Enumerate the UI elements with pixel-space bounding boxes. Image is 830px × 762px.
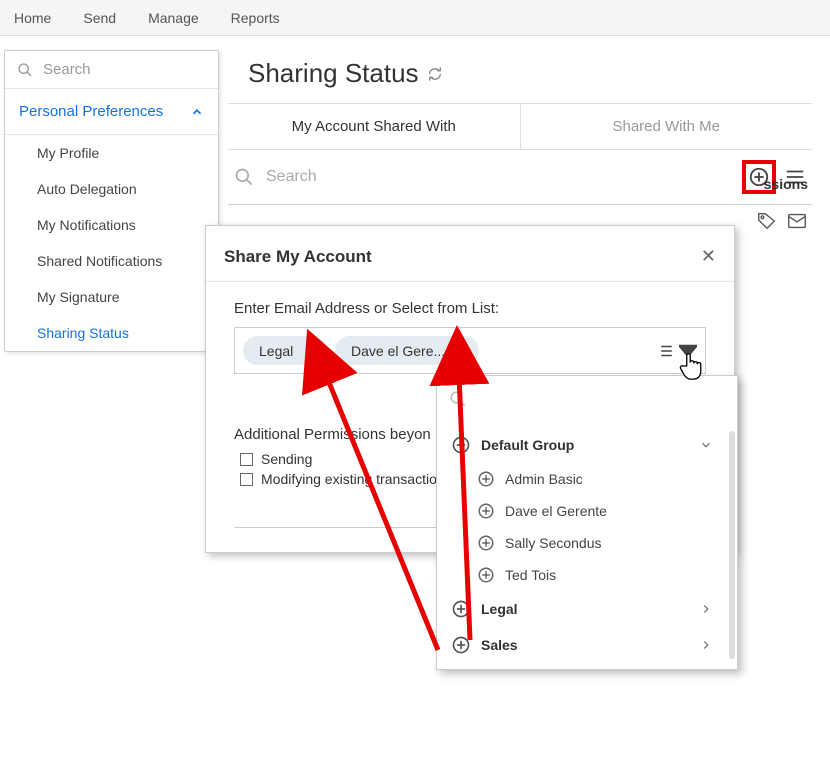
sidebar-item-sharing-status[interactable]: Sharing Status (5, 315, 218, 351)
nav-send[interactable]: Send (79, 2, 120, 34)
sidebar-search[interactable]: Search (5, 51, 218, 89)
sidebar-item-my-notifications[interactable]: My Notifications (5, 207, 218, 243)
permissions-icons (756, 210, 808, 232)
sidebar: Search Personal Preferences My Profile A… (4, 50, 219, 352)
nav-manage[interactable]: Manage (144, 2, 203, 34)
sidebar-item-shared-notifications[interactable]: Shared Notifications (5, 243, 218, 279)
chip-dave[interactable]: Dave el Gere... ✕ (335, 336, 479, 365)
search-icon[interactable] (234, 167, 254, 187)
plus-circle-icon[interactable] (477, 534, 495, 552)
plus-circle-icon[interactable] (477, 566, 495, 584)
checkbox-sending-label: Sending (261, 451, 312, 467)
content-search-row: Search (228, 150, 812, 205)
chevron-right-icon[interactable] (699, 602, 713, 616)
checkbox-icon[interactable] (240, 473, 253, 486)
plus-circle-icon[interactable] (477, 470, 495, 488)
main-content: Sharing Status My Account Shared With Sh… (228, 50, 812, 205)
select-from-list-button[interactable] (659, 342, 697, 360)
chip-legal[interactable]: Legal ✕ (243, 336, 327, 365)
checkbox-icon[interactable] (240, 453, 253, 466)
envelope-icon (786, 210, 808, 232)
page-title-text: Sharing Status (248, 58, 419, 89)
permissions-column-header-fragment: ssions (764, 176, 808, 192)
tab-shared-with-me[interactable]: Shared With Me (521, 104, 813, 149)
sidebar-section-label: Personal Preferences (19, 103, 163, 120)
dropdown-item-label: Ted Tois (505, 567, 556, 583)
search-icon (449, 390, 467, 408)
tabs: My Account Shared With Shared With Me (228, 103, 812, 150)
chevron-up-icon (190, 105, 204, 119)
chip-label: Dave el Gere... (351, 343, 445, 359)
email-field-label: Enter Email Address or Select from List: (234, 300, 706, 317)
dropdown-group-label: Legal (481, 601, 518, 617)
plus-circle-icon[interactable] (451, 599, 471, 619)
dropdown-group-default[interactable]: Default Group (437, 427, 727, 463)
caret-down-icon (679, 342, 697, 360)
chevron-right-icon[interactable] (699, 638, 713, 652)
top-nav: Home Send Manage Reports (0, 0, 830, 36)
modal-close-button[interactable]: ✕ (701, 246, 716, 267)
checkbox-modifying-label: Modifying existing transactio (261, 471, 437, 487)
dropdown-group-sales[interactable]: Sales (437, 627, 727, 663)
nav-home[interactable]: Home (10, 2, 55, 34)
content-search-placeholder[interactable]: Search (266, 168, 742, 186)
refresh-icon[interactable] (427, 66, 443, 82)
dropdown-item-dave[interactable]: Dave el Gerente (437, 495, 727, 527)
dropdown-search[interactable] (437, 376, 737, 427)
nav-reports[interactable]: Reports (227, 2, 284, 34)
dropdown-group-label: Sales (481, 637, 518, 653)
sidebar-section-header[interactable]: Personal Preferences (5, 89, 218, 135)
sidebar-item-auto-delegation[interactable]: Auto Delegation (5, 171, 218, 207)
chip-label: Legal (259, 343, 293, 359)
dropdown-group-legal[interactable]: Legal (437, 591, 727, 627)
plus-circle-icon[interactable] (451, 635, 471, 655)
search-icon (17, 62, 33, 78)
plus-circle-icon[interactable] (477, 502, 495, 520)
dropdown-group-label: Default Group (481, 437, 574, 453)
dropdown-item-ted[interactable]: Ted Tois (437, 559, 727, 591)
sidebar-item-my-signature[interactable]: My Signature (5, 279, 218, 315)
chip-remove-icon[interactable]: ✕ (305, 342, 317, 359)
tag-icon (756, 210, 778, 232)
group-dropdown: Default Group Admin Basic Dave el Gerent… (436, 375, 738, 670)
dropdown-item-admin-basic[interactable]: Admin Basic (437, 463, 727, 495)
chip-remove-icon[interactable]: ✕ (457, 342, 469, 359)
modal-title: Share My Account (224, 247, 372, 267)
sidebar-search-placeholder: Search (43, 61, 91, 78)
sidebar-items: My Profile Auto Delegation My Notificati… (5, 135, 218, 351)
dropdown-item-label: Sally Secondus (505, 535, 602, 551)
email-chip-input[interactable]: Legal ✕ Dave el Gere... ✕ (234, 327, 706, 374)
plus-circle-icon[interactable] (451, 435, 471, 455)
chevron-down-icon[interactable] (699, 438, 713, 452)
dropdown-item-label: Dave el Gerente (505, 503, 607, 519)
sidebar-item-my-profile[interactable]: My Profile (5, 135, 218, 171)
dropdown-item-label: Admin Basic (505, 471, 583, 487)
dropdown-item-sally[interactable]: Sally Secondus (437, 527, 727, 559)
list-icon (659, 342, 677, 360)
page-title: Sharing Status (228, 50, 812, 103)
tab-my-account-shared-with[interactable]: My Account Shared With (228, 104, 521, 149)
